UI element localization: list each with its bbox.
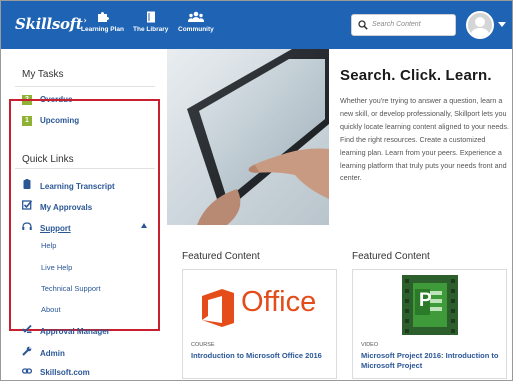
avatar[interactable] [466,11,494,39]
chevron-down-icon[interactable] [498,22,506,27]
featured-title: Featured Content [352,251,430,262]
clipboard-icon [22,179,32,191]
link-icon [21,367,33,377]
sublink-live-help[interactable]: Live Help [41,263,72,272]
quick-links-highlight-box [9,99,160,331]
sublink-help[interactable]: Help [41,241,56,250]
link-label: Admin [40,349,65,358]
link-label: Support [40,224,71,233]
logo-text: Skillsoft [15,15,83,33]
link-my-approvals[interactable]: My Approvals [22,200,92,212]
sublink-technical-support[interactable]: Technical Support [41,284,101,293]
link-label: Skillsoft.com [40,368,90,377]
search-placeholder: Search Content [372,21,421,28]
office-wordmark: Office [241,286,317,318]
content-type-label: COURSE [191,342,215,348]
nav-community[interactable]: Community [178,11,214,33]
project-thumbnail: P [402,275,458,335]
top-nav-bar: Skillsoft› Learning Plan The Library Com… [1,1,512,49]
link-label: Approval Manager [40,327,110,336]
collapse-caret-icon[interactable] [141,223,147,228]
nav-label: Community [178,26,214,33]
skillsoft-logo[interactable]: Skillsoft› [15,15,87,33]
link-label: My Approvals [40,203,93,212]
nav-label: Learning Plan [81,26,124,33]
link-skillsoft-com[interactable]: Skillsoft.com [21,367,90,377]
user-silhouette-icon [468,13,492,37]
featured-title: Featured Content [182,251,260,262]
quick-links-title: Quick Links [22,154,74,165]
project-letter: P [419,290,432,311]
link-learning-transcript[interactable]: Learning Transcript [22,179,115,191]
divider [15,86,155,87]
nav-the-library[interactable]: The Library [133,11,168,33]
check-list-icon [21,324,32,336]
content-title-link[interactable]: Microsoft Project 2016: Introduction to … [361,351,501,371]
featured-card-office[interactable]: Office COURSE Introduction to Microsoft … [182,269,337,379]
nav-learning-plan[interactable]: Learning Plan [81,11,124,33]
nav-label: The Library [133,26,169,33]
book-icon [146,11,155,23]
checkbox-icon [22,200,33,212]
puzzle-icon [97,12,109,22]
wrench-icon [22,346,32,358]
hero-title: Search. Click. Learn. [340,67,492,84]
app-window: Skillsoft› Learning Plan The Library Com… [0,0,513,381]
hero-description: Whether you're trying to answer a questi… [340,96,510,183]
link-admin[interactable]: Admin [22,346,65,358]
people-icon [187,11,204,22]
search-icon [358,20,368,30]
link-support[interactable]: Support [22,222,71,233]
divider [15,168,155,169]
content-title-link[interactable]: Introduction to Microsoft Office 2016 [191,351,331,361]
link-approval-manager[interactable]: Approval Manager [21,324,110,336]
hero-image [167,49,329,225]
my-tasks-title: My Tasks [22,69,64,80]
featured-card-project[interactable]: P VIDEO Microsoft Project 2016: Introduc… [352,269,507,379]
content-type-label: VIDEO [361,342,379,348]
link-label: Learning Transcript [40,182,115,191]
search-input[interactable]: Search Content [351,14,456,36]
office-logo-icon [202,289,234,327]
sublink-about[interactable]: About [41,305,61,314]
headset-icon [22,222,32,233]
